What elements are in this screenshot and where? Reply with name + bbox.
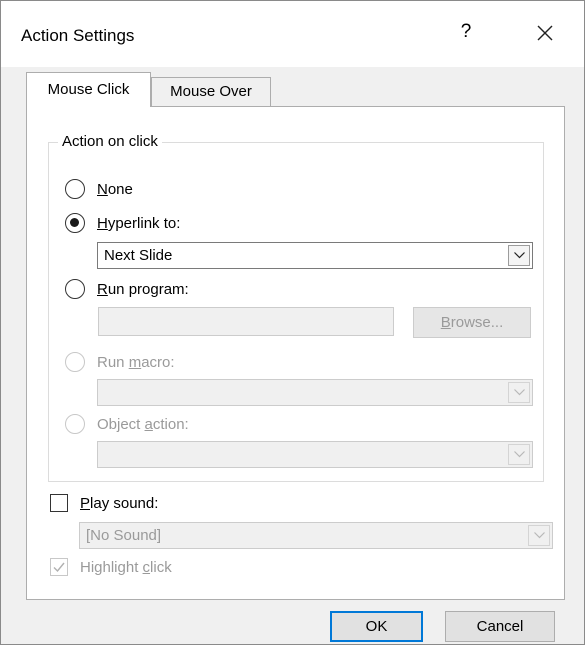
radio-run-macro-circle[interactable] bbox=[65, 352, 85, 372]
play-sound-checkbox[interactable] bbox=[50, 494, 68, 512]
chevron-down-icon bbox=[514, 451, 525, 458]
radio-hyperlink[interactable]: Hyperlink to: bbox=[65, 213, 180, 233]
highlight-click-label: Highlight click bbox=[80, 558, 172, 576]
close-button[interactable] bbox=[531, 19, 559, 47]
sound-select[interactable]: [No Sound] bbox=[79, 522, 553, 549]
chevron-down-icon bbox=[514, 389, 525, 396]
radio-object-action-label: Object action: bbox=[97, 415, 189, 433]
action-settings-dialog: Action Settings ? Mouse Click Mouse Over… bbox=[0, 0, 585, 645]
play-sound-label: Play sound: bbox=[80, 494, 159, 512]
radio-run-program[interactable]: Run program: bbox=[65, 279, 189, 299]
action-group-legend: Action on click bbox=[58, 133, 162, 150]
hyperlink-select-value: Next Slide bbox=[104, 247, 173, 264]
play-sound-checkbox-row[interactable]: Play sound: bbox=[50, 494, 158, 512]
dialog-title: Action Settings bbox=[21, 26, 135, 45]
run-program-input[interactable] bbox=[98, 307, 394, 336]
radio-none-circle[interactable] bbox=[65, 179, 85, 199]
action-on-click-group: Action on click None Hyperlink to: Next … bbox=[48, 133, 544, 482]
radio-hyperlink-circle[interactable] bbox=[65, 213, 85, 233]
radio-object-action-circle[interactable] bbox=[65, 414, 85, 434]
radio-run-program-circle[interactable] bbox=[65, 279, 85, 299]
macro-select[interactable] bbox=[97, 379, 533, 406]
radio-run-macro-label: Run macro: bbox=[97, 353, 175, 371]
mouse-click-panel: Action on click None Hyperlink to: Next … bbox=[26, 106, 565, 600]
sound-dropdown-button[interactable] bbox=[528, 525, 550, 546]
tab-mouse-over[interactable]: Mouse Over bbox=[151, 77, 271, 106]
radio-run-macro[interactable]: Run macro: bbox=[65, 352, 175, 372]
hyperlink-dropdown-button[interactable] bbox=[508, 245, 530, 266]
radio-none[interactable]: None bbox=[65, 179, 133, 199]
checkmark-icon bbox=[53, 562, 65, 573]
close-icon bbox=[537, 25, 553, 41]
browse-button[interactable]: Browse... bbox=[413, 307, 531, 338]
tab-mouse-click[interactable]: Mouse Click bbox=[26, 72, 151, 107]
radio-none-label: None bbox=[97, 180, 133, 198]
sound-select-value: [No Sound] bbox=[86, 527, 162, 544]
help-button[interactable]: ? bbox=[456, 21, 476, 43]
highlight-click-checkbox-row[interactable]: Highlight click bbox=[50, 558, 172, 576]
hyperlink-select[interactable]: Next Slide bbox=[97, 242, 533, 269]
macro-dropdown-button[interactable] bbox=[508, 382, 530, 403]
ok-button[interactable]: OK bbox=[330, 611, 423, 642]
object-action-dropdown-button[interactable] bbox=[508, 444, 530, 465]
chevron-down-icon bbox=[514, 252, 525, 259]
object-action-select[interactable] bbox=[97, 441, 533, 468]
highlight-click-checkbox[interactable] bbox=[50, 558, 68, 576]
radio-object-action[interactable]: Object action: bbox=[65, 414, 189, 434]
cancel-button[interactable]: Cancel bbox=[445, 611, 555, 642]
radio-run-program-label: Run program: bbox=[97, 280, 189, 298]
radio-hyperlink-label: Hyperlink to: bbox=[97, 214, 181, 232]
chevron-down-icon bbox=[534, 532, 545, 539]
title-bar: Action Settings ? bbox=[1, 1, 584, 67]
